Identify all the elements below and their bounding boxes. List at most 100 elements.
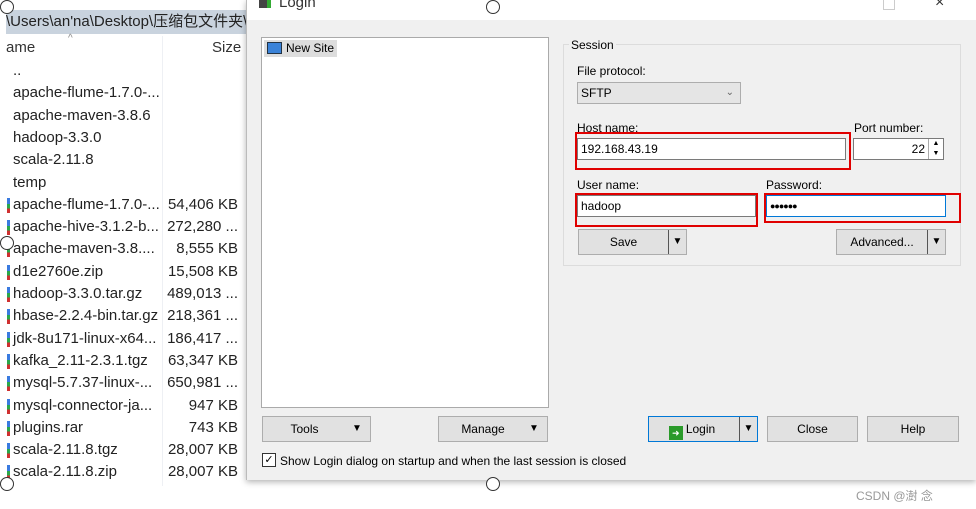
port-number-label: Port number: (854, 121, 924, 135)
site-item-label: New Site (286, 41, 335, 55)
file-row[interactable]: kafka_2.11-2.3.1.tgz 63,347 KB (0, 350, 246, 372)
file-name: plugins.rar (13, 418, 84, 436)
archive-file-icon (7, 420, 10, 436)
save-label: Save (609, 235, 638, 249)
file-name: apache-flume-1.7.0-... (13, 195, 160, 213)
file-size: 63,347 KB (167, 351, 238, 369)
file-size: 218,361 ... (167, 307, 238, 325)
folder-row[interactable]: apache-maven-3.8.6 (0, 105, 246, 127)
column-header-name[interactable]: ame (6, 39, 35, 56)
file-row[interactable]: hadoop-3.3.0.tar.gz 489,013 ... (0, 283, 246, 305)
user-name-label: User name: (577, 178, 640, 192)
chevron-down-icon: ⌄ (725, 87, 734, 98)
file-name: .. (13, 62, 22, 79)
login-button[interactable]: ➜ Login ▼ (648, 416, 758, 442)
dialog-title: Login (279, 0, 316, 11)
maximize-button[interactable] (883, 0, 895, 10)
file-name: mysql-connector-ja... (13, 396, 153, 414)
file-size: 54,406 KB (167, 195, 238, 213)
close-button[interactable]: Close (767, 416, 858, 442)
file-name: apache-maven-3.8.6 (13, 106, 151, 124)
advanced-dropdown-arrow-icon[interactable]: ▼ (927, 230, 945, 254)
highlight-host (575, 132, 851, 170)
resize-handle[interactable] (486, 477, 500, 491)
save-dropdown-arrow-icon[interactable]: ▼ (668, 230, 686, 254)
file-protocol-label: File protocol: (577, 64, 646, 78)
save-button[interactable]: Save ▼ (578, 229, 687, 255)
caret-down-icon: ▼ (352, 423, 362, 434)
sort-ascending-icon: ^ (68, 33, 73, 44)
port-spinner[interactable]: ▲ ▼ (928, 139, 943, 159)
file-explorer-pane: \Users\an'na\Desktop\压缩包文件夹\ ^ ame Size … (0, 0, 246, 486)
manage-label: Manage (461, 422, 505, 436)
show-login-checkbox-label: Show Login dialog on startup and when th… (280, 454, 627, 468)
close-window-button[interactable]: × (935, 0, 944, 12)
login-label: Login (685, 422, 716, 436)
port-number-input[interactable]: 22 ▲ ▼ (853, 138, 944, 160)
file-row[interactable]: mysql-5.7.37-linux-... 650,981 ... (0, 372, 246, 394)
file-row[interactable]: apache-flume-1.7.0-... 54,406 KB (0, 194, 246, 216)
file-name: kafka_2.11-2.3.1.tgz (13, 351, 148, 369)
file-name: apache-hive-3.1.2-b... (13, 218, 159, 236)
file-size: 15,508 KB (167, 262, 238, 280)
file-size: 947 KB (188, 396, 238, 414)
file-name: jdk-8u171-linux-x64... (13, 329, 157, 347)
folder-row[interactable]: apache-flume-1.7.0-... (0, 82, 246, 104)
file-row[interactable]: hbase-2.2.4-bin.tar.gz 218,361 ... (0, 305, 246, 327)
folder-row[interactable]: temp (0, 172, 246, 194)
file-name: scala-2.11.8.tgz (13, 441, 118, 459)
file-row[interactable]: scala-2.11.8.tgz 28,007 KB (0, 439, 246, 461)
login-icon: ➜ (668, 426, 683, 440)
file-row[interactable]: jdk-8u171-linux-x64... 186,417 ... (0, 328, 246, 350)
manage-button[interactable]: Manage ▼ (438, 416, 548, 442)
archive-file-icon (7, 443, 10, 459)
file-size: 8,555 KB (176, 240, 238, 258)
file-row[interactable]: apache-maven-3.8.... 8,555 KB (0, 238, 246, 260)
watermark: CSDN @澍 念 (856, 489, 933, 503)
show-login-checkbox[interactable]: ✓ (262, 453, 276, 467)
folder-row[interactable]: hadoop-3.3.0 (0, 127, 246, 149)
login-dropdown-arrow-icon[interactable]: ▼ (739, 417, 757, 441)
file-name: temp (13, 173, 47, 191)
tools-button[interactable]: Tools ▼ (262, 416, 371, 442)
archive-file-icon (7, 287, 10, 302)
file-size: 272,280 ... (167, 218, 238, 236)
password-label: Password: (766, 178, 823, 192)
port-number-value: 22 (911, 142, 925, 156)
file-row[interactable]: apache-hive-3.1.2-b... 272,280 ... (0, 216, 246, 238)
resize-handle[interactable] (0, 236, 14, 250)
column-header-size[interactable]: Size (212, 39, 241, 56)
archive-file-icon (7, 264, 10, 280)
path-bar[interactable]: \Users\an'na\Desktop\压缩包文件夹\ (6, 10, 246, 34)
file-row[interactable]: plugins.rar 743 KB (0, 417, 246, 439)
folder-row[interactable]: scala-2.11.8 (0, 149, 246, 171)
resize-handle[interactable] (486, 0, 500, 14)
resize-handle[interactable] (0, 477, 14, 491)
file-size: 743 KB (188, 418, 238, 436)
file-size: 650,981 ... (167, 374, 238, 392)
file-name: scala-2.11.8.zip (13, 463, 117, 481)
advanced-button[interactable]: Advanced... ▼ (836, 229, 946, 255)
help-button[interactable]: Help (867, 416, 959, 442)
file-row[interactable]: scala-2.11.8.zip 28,007 KB (0, 461, 246, 483)
file-name: hadoop-3.3.0.tar.gz (13, 285, 143, 302)
file-row[interactable]: mysql-connector-ja... 947 KB (0, 395, 246, 417)
file-protocol-value: SFTP (581, 86, 612, 100)
file-size: 28,007 KB (167, 463, 238, 481)
file-protocol-select[interactable]: SFTP ⌄ (577, 82, 741, 104)
title-bar: Login × (247, 0, 976, 20)
archive-file-icon (7, 353, 10, 369)
archive-file-icon (7, 220, 10, 236)
file-name: apache-maven-3.8.... (13, 240, 155, 258)
site-item-new-site[interactable]: New Site (264, 40, 338, 57)
folder-row[interactable]: .. (0, 60, 246, 82)
site-tree[interactable]: New Site (261, 37, 549, 408)
file-row[interactable]: d1e2760e.zip 15,508 KB (0, 261, 246, 283)
advanced-label: Advanced... (850, 235, 914, 249)
resize-handle[interactable] (0, 0, 14, 14)
winscp-app-icon (259, 0, 271, 8)
file-name: d1e2760e.zip (13, 262, 104, 280)
computer-icon (267, 42, 282, 54)
file-name: hbase-2.2.4-bin.tar.gz (13, 307, 159, 325)
file-size: 186,417 ... (167, 329, 238, 347)
